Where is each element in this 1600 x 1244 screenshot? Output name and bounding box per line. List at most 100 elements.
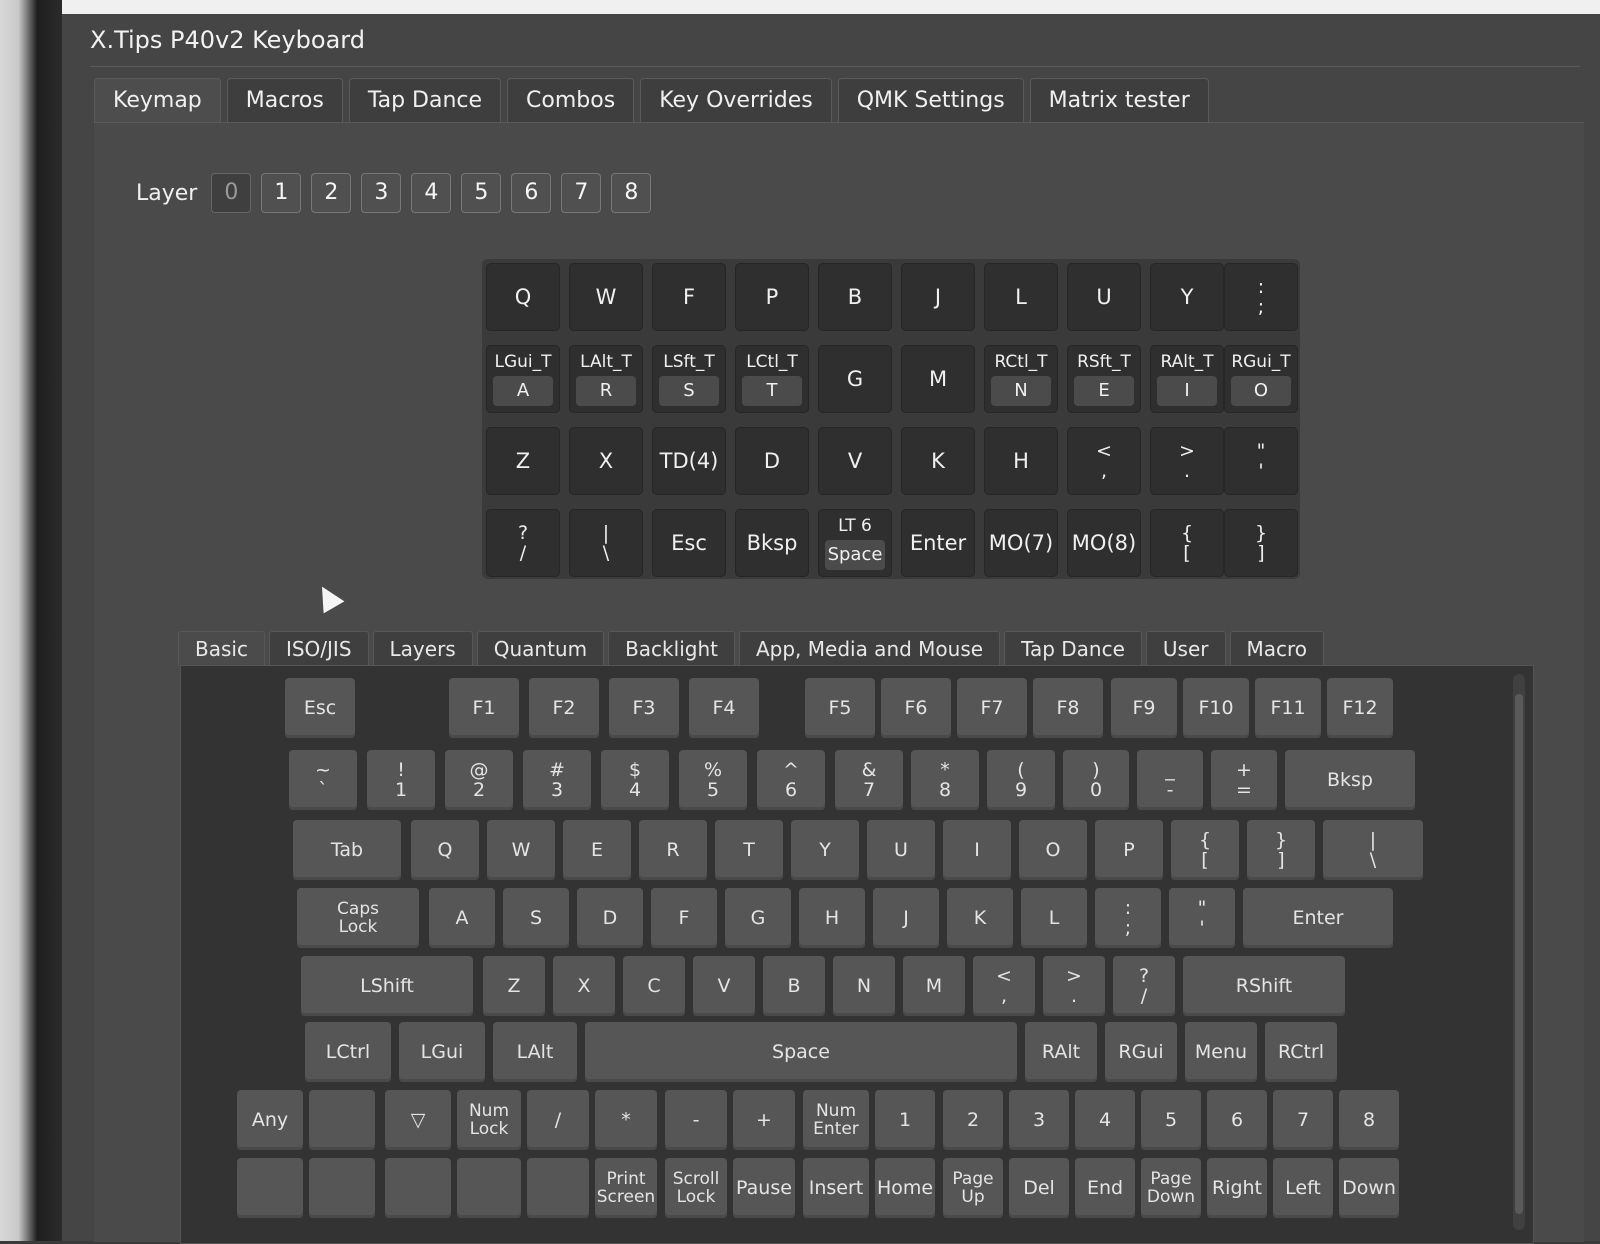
- keycode-button[interactable]: 2: [943, 1090, 1003, 1150]
- keycode-button[interactable]: W: [487, 820, 555, 880]
- keycode-button[interactable]: LGui: [399, 1022, 485, 1082]
- keymap-key[interactable]: M: [901, 345, 975, 413]
- keycode-button[interactable]: F1: [449, 678, 519, 738]
- keycode-button[interactable]: R: [639, 820, 707, 880]
- keymap-key[interactable]: } ]: [1224, 509, 1298, 577]
- keycode-button[interactable]: A: [429, 888, 495, 948]
- keycode-tab-iso-jis[interactable]: ISO/JIS: [268, 631, 369, 666]
- keymap-key[interactable]: LSft_T S: [652, 345, 726, 413]
- keycode-button[interactable]: [237, 1158, 303, 1218]
- keycode-button[interactable]: & 7: [835, 750, 903, 810]
- keycode-button[interactable]: Num Enter: [803, 1090, 869, 1150]
- keymap-key[interactable]: J: [901, 263, 975, 331]
- keycode-button[interactable]: ? /: [1113, 956, 1175, 1016]
- keymap-key[interactable]: : ;: [1224, 263, 1298, 331]
- keycode-button[interactable]: Down: [1339, 1158, 1399, 1218]
- keycode-tab-app-media-mouse[interactable]: App, Media and Mouse: [738, 631, 1001, 666]
- layer-button-4[interactable]: 4: [411, 173, 452, 213]
- keycode-button[interactable]: ~ `: [289, 750, 357, 810]
- keymap-key[interactable]: < ,: [1067, 427, 1141, 495]
- keycode-button[interactable]: Right: [1207, 1158, 1267, 1218]
- layer-button-0[interactable]: 0: [211, 173, 252, 213]
- keymap-key[interactable]: W: [569, 263, 643, 331]
- keycode-button[interactable]: F3: [609, 678, 679, 738]
- keycode-button[interactable]: ( 9: [987, 750, 1055, 810]
- keycode-button[interactable]: : ;: [1095, 888, 1161, 948]
- keycode-button[interactable]: 4: [1075, 1090, 1135, 1150]
- tab-macros[interactable]: Macros: [226, 78, 343, 123]
- keycode-button[interactable]: P: [1095, 820, 1163, 880]
- keycode-button[interactable]: > .: [1043, 956, 1105, 1016]
- keycode-button[interactable]: " ': [1169, 888, 1235, 948]
- keymap-key[interactable]: X: [569, 427, 643, 495]
- keycode-button[interactable]: [309, 1158, 375, 1218]
- keycode-tab-basic[interactable]: Basic: [178, 631, 265, 666]
- tab-combos[interactable]: Combos: [507, 78, 635, 123]
- keycode-button[interactable]: LCtrl: [305, 1022, 391, 1082]
- keycode-button[interactable]: Enter: [1243, 888, 1393, 948]
- keymap-key[interactable]: { [: [1150, 509, 1224, 577]
- keycode-button[interactable]: F: [651, 888, 717, 948]
- keycode-button[interactable]: Print Screen: [595, 1158, 657, 1218]
- keycode-button[interactable]: LShift: [301, 956, 473, 1016]
- keycode-button[interactable]: ▽: [385, 1090, 451, 1150]
- keycode-button[interactable]: -: [665, 1090, 727, 1150]
- keycode-button[interactable]: 5: [1141, 1090, 1201, 1150]
- keycode-button[interactable]: RGui: [1105, 1022, 1177, 1082]
- keycode-tab-macro[interactable]: Macro: [1229, 631, 1325, 666]
- tab-qmk-settings[interactable]: QMK Settings: [837, 78, 1024, 123]
- keycode-button[interactable]: I: [943, 820, 1011, 880]
- keycode-button[interactable]: [309, 1090, 375, 1150]
- keycode-button[interactable]: Bksp: [1285, 750, 1415, 810]
- palette-scrollbar[interactable]: [1513, 674, 1525, 1230]
- keymap-key[interactable]: V: [818, 427, 892, 495]
- layer-button-6[interactable]: 6: [511, 173, 552, 213]
- keycode-tab-layers[interactable]: Layers: [372, 631, 473, 666]
- keycode-button[interactable]: F4: [689, 678, 759, 738]
- layer-button-2[interactable]: 2: [311, 173, 352, 213]
- keycode-button[interactable]: [527, 1158, 589, 1218]
- keycode-button[interactable]: { [: [1171, 820, 1239, 880]
- keycode-button[interactable]: F9: [1111, 678, 1177, 738]
- keymap-key[interactable]: MO(7): [984, 509, 1058, 577]
- keycode-button[interactable]: Insert: [803, 1158, 869, 1218]
- keycode-button[interactable]: O: [1019, 820, 1087, 880]
- keycode-button[interactable]: M: [903, 956, 965, 1016]
- keycode-button[interactable]: 7: [1273, 1090, 1333, 1150]
- keycode-button[interactable]: @ 2: [445, 750, 513, 810]
- keycode-button[interactable]: | \: [1323, 820, 1423, 880]
- keymap-key[interactable]: LCtl_T T: [735, 345, 809, 413]
- keymap-key[interactable]: Z: [486, 427, 560, 495]
- keycode-button[interactable]: Left: [1273, 1158, 1333, 1218]
- keycode-button[interactable]: Pause: [733, 1158, 795, 1218]
- keymap-key[interactable]: Esc: [652, 509, 726, 577]
- keymap-key[interactable]: ? /: [486, 509, 560, 577]
- keycode-button[interactable]: RCtrl: [1265, 1022, 1337, 1082]
- keycode-button[interactable]: F12: [1327, 678, 1393, 738]
- tab-key-overrides[interactable]: Key Overrides: [640, 78, 832, 123]
- keycode-button[interactable]: Any: [237, 1090, 303, 1150]
- keycode-button[interactable]: Page Down: [1141, 1158, 1201, 1218]
- keymap-key[interactable]: K: [901, 427, 975, 495]
- keycode-button[interactable]: Caps Lock: [297, 888, 419, 948]
- keycode-button[interactable]: Del: [1009, 1158, 1069, 1218]
- keycode-button[interactable]: ! 1: [367, 750, 435, 810]
- keycode-button[interactable]: Page Up: [943, 1158, 1003, 1218]
- keycode-button[interactable]: F5: [805, 678, 875, 738]
- keycode-button[interactable]: G: [725, 888, 791, 948]
- keycode-button[interactable]: < ,: [973, 956, 1035, 1016]
- keymap-key[interactable]: U: [1067, 263, 1141, 331]
- keycode-tab-tap-dance[interactable]: Tap Dance: [1004, 631, 1142, 666]
- keycode-button[interactable]: F8: [1033, 678, 1103, 738]
- keycode-tab-backlight[interactable]: Backlight: [608, 631, 735, 666]
- keymap-key[interactable]: G: [818, 345, 892, 413]
- keycode-button[interactable]: # 3: [523, 750, 591, 810]
- keycode-button[interactable]: Z: [483, 956, 545, 1016]
- scrollbar-thumb[interactable]: [1515, 694, 1523, 1214]
- keycode-button[interactable]: 6: [1207, 1090, 1267, 1150]
- keycode-button[interactable]: *: [595, 1090, 657, 1150]
- keycode-button[interactable]: LAlt: [493, 1022, 577, 1082]
- keymap-key[interactable]: LT 6 Space: [818, 509, 892, 577]
- keymap-key[interactable]: " ': [1224, 427, 1298, 495]
- keycode-button[interactable]: D: [577, 888, 643, 948]
